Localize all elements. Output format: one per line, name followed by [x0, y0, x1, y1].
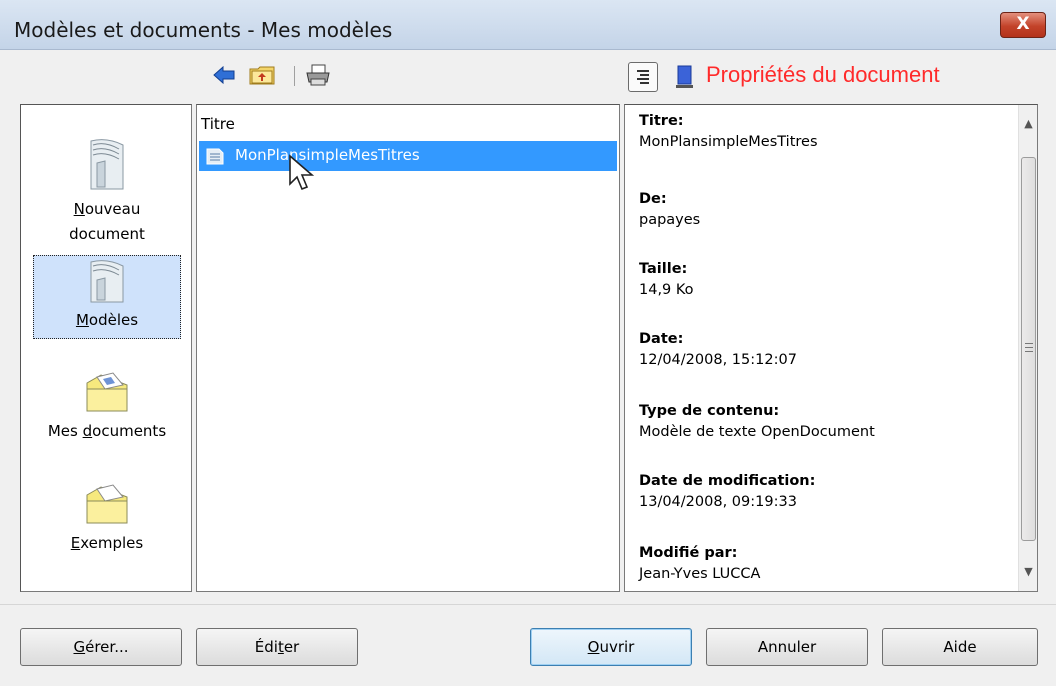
property-size: Taille: 14,9 Ko: [639, 259, 694, 301]
property-modified-by: Modifié par: Jean-Yves LUCCA: [639, 543, 760, 585]
category-examples[interactable]: Exemples: [33, 483, 181, 563]
window-title: Modèles et documents - Mes modèles: [14, 18, 393, 42]
templates-icon: [90, 260, 124, 303]
help-button[interactable]: Aide: [882, 628, 1038, 666]
property-value: Jean-Yves LUCCA: [639, 566, 761, 582]
new-document-icon: [90, 139, 124, 190]
property-value: 13/04/2008, 09:19:33: [639, 494, 797, 510]
edit-button-label-pre: Édi: [254, 638, 278, 656]
property-name: Modifié par:: [639, 545, 738, 561]
category-label: ouveau: [84, 200, 141, 218]
property-date: Date: 12/04/2008, 15:12:07: [639, 329, 797, 371]
category-label-mnemonic: N: [73, 200, 85, 218]
property-value: 14,9 Ko: [639, 282, 694, 298]
list-item[interactable]: MonPlansimpleMesTitres: [199, 141, 617, 171]
open-button-label: uvrir: [599, 638, 635, 656]
scroll-down-icon[interactable]: ▼: [1019, 561, 1038, 583]
mouse-cursor-icon: [289, 154, 315, 191]
property-content-type: Type de contenu: Modèle de texte OpenDoc…: [639, 401, 875, 443]
property-value: 12/04/2008, 15:12:07: [639, 352, 797, 368]
category-label-mnemonic: d: [82, 422, 93, 440]
category-panel: Nouveau document Modèles Mes documents E…: [20, 104, 192, 592]
edit-button-label: er: [283, 638, 300, 656]
footer-divider: [0, 604, 1056, 605]
template-list[interactable]: Titre MonPlansimpleMesTitres: [196, 104, 620, 592]
property-name: Date:: [639, 331, 684, 347]
category-label-mnemonic: M: [75, 311, 89, 329]
category-label: xemples: [80, 534, 144, 552]
property-value: Modèle de texte OpenDocument: [639, 424, 875, 440]
list-item-label: MonPlansimpleMesTitres: [235, 146, 420, 164]
manage-button[interactable]: Gérer...: [20, 628, 182, 666]
category-label: ocuments: [92, 422, 167, 440]
property-name: De:: [639, 191, 667, 207]
property-name: Taille:: [639, 261, 688, 277]
cancel-button[interactable]: Annuler: [706, 628, 868, 666]
back-arrow-icon[interactable]: [212, 63, 236, 87]
category-label: odèles: [88, 311, 139, 329]
manage-button-label: érer...: [85, 638, 129, 656]
grip-line: [1025, 351, 1033, 352]
property-modified-date: Date de modification: 13/04/2008, 09:19:…: [639, 471, 815, 513]
property-name: Titre:: [639, 113, 684, 129]
printer-icon[interactable]: [304, 63, 332, 87]
template-file-icon: [206, 148, 224, 165]
property-name: Date de modification:: [639, 473, 816, 489]
document-properties-label: Propriétés du document: [706, 62, 940, 87]
grip-line: [1025, 343, 1033, 344]
close-icon: X: [1016, 14, 1030, 34]
folder-up-icon[interactable]: [248, 63, 276, 87]
manage-button-mnemonic: G: [73, 638, 86, 656]
scroll-up-icon[interactable]: ▲: [1019, 113, 1038, 135]
cancel-button-label: Annuler: [757, 638, 817, 656]
document-properties-pane: Titre: MonPlansimpleMesTitres De: papaye…: [624, 104, 1038, 592]
property-title: Titre: MonPlansimpleMesTitres: [639, 111, 818, 153]
property-author: De: papayes: [639, 189, 700, 231]
preview-icon[interactable]: [674, 64, 696, 90]
property-value: MonPlansimpleMesTitres: [639, 134, 818, 150]
properties-scrollbar[interactable]: ▲ ▼: [1018, 105, 1037, 591]
category-templates[interactable]: Modèles: [33, 255, 181, 339]
scrollbar-thumb[interactable]: [1021, 157, 1036, 541]
property-value: papayes: [639, 212, 701, 228]
open-button[interactable]: Ouvrir: [530, 628, 692, 666]
category-label-mnemonic: E: [70, 534, 81, 552]
property-name: Type de contenu:: [639, 403, 780, 419]
examples-folder-icon: [86, 484, 128, 524]
category-label: Mes: [47, 422, 83, 440]
grip-line: [1025, 347, 1033, 348]
title-bar: Modèles et documents - Mes modèles X: [0, 0, 1056, 50]
close-button[interactable]: X: [1000, 12, 1046, 38]
category-label-line2: document: [69, 225, 145, 243]
toolbar-separator: [294, 66, 295, 86]
my-documents-folder-icon: [86, 372, 128, 412]
open-button-mnemonic: O: [587, 638, 600, 656]
column-header-title[interactable]: Titre: [201, 115, 235, 133]
category-new-document[interactable]: Nouveau document: [33, 135, 181, 253]
edit-button[interactable]: Éditer: [196, 628, 358, 666]
document-list-icon[interactable]: [628, 62, 658, 92]
category-my-documents[interactable]: Mes documents: [33, 371, 181, 451]
help-button-label: Aide: [943, 638, 977, 656]
